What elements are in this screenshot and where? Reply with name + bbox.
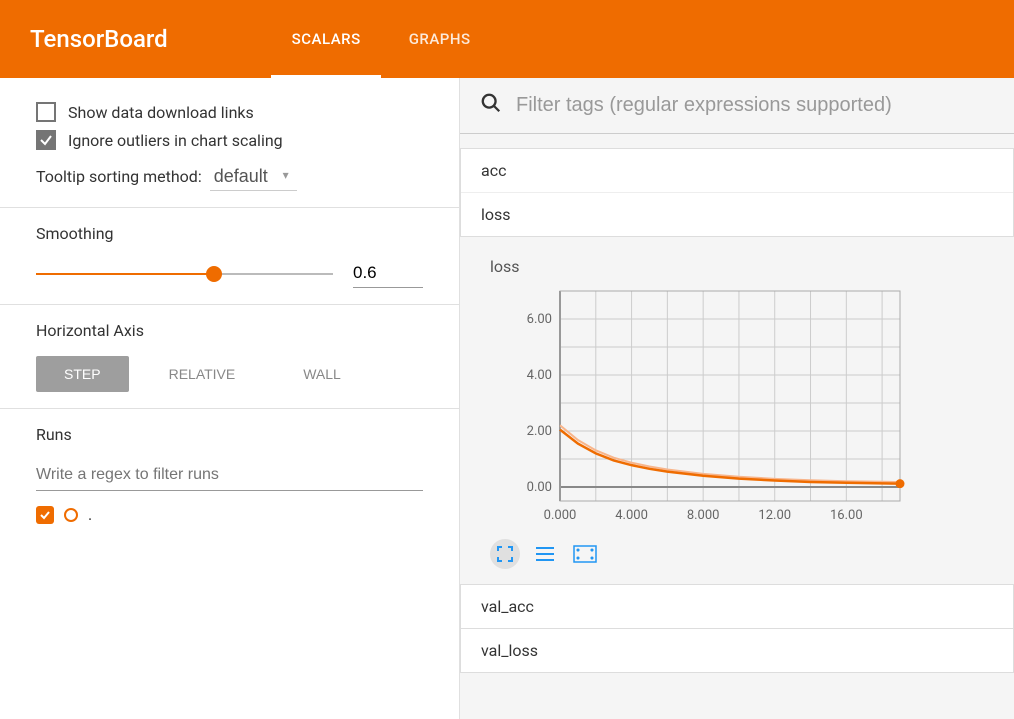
run-color-swatch[interactable] bbox=[64, 508, 78, 522]
show-download-checkbox[interactable] bbox=[36, 102, 56, 122]
runs-filter-input[interactable] bbox=[36, 460, 423, 491]
loss-chart[interactable]: 0.00 2.00 4.00 6.00 0.000 4.000 8.000 12.00 16.0… bbox=[490, 286, 910, 531]
haxis-step[interactable]: STEP bbox=[36, 356, 129, 392]
tag-filter-input[interactable] bbox=[508, 88, 994, 123]
smoothing-slider[interactable] bbox=[36, 264, 333, 284]
svg-text:0.000: 0.000 bbox=[544, 508, 577, 523]
haxis-relative[interactable]: RELATIVE bbox=[141, 356, 264, 392]
tab-scalars[interactable]: SCALARS bbox=[268, 0, 385, 78]
tag-val-acc[interactable]: val_acc bbox=[461, 585, 1013, 628]
tooltip-sort-label: Tooltip sorting method: bbox=[36, 167, 202, 186]
haxis-title: Horizontal Axis bbox=[36, 321, 423, 340]
run-name: . bbox=[88, 505, 92, 524]
runs-title: Runs bbox=[36, 425, 423, 444]
tab-graphs[interactable]: GRAPHS bbox=[385, 0, 495, 78]
svg-text:0.00: 0.00 bbox=[527, 480, 552, 495]
svg-text:12.00: 12.00 bbox=[758, 508, 791, 523]
tooltip-sort-select[interactable]: default bbox=[210, 162, 297, 191]
ignore-outliers-checkbox[interactable] bbox=[36, 130, 56, 150]
svg-text:16.00: 16.00 bbox=[830, 508, 863, 523]
search-icon bbox=[480, 92, 502, 119]
smoothing-title: Smoothing bbox=[36, 224, 423, 243]
chart-title: loss bbox=[490, 257, 994, 276]
smoothing-value-input[interactable] bbox=[353, 259, 423, 288]
nav-tabs: SCALARS GRAPHS bbox=[268, 0, 495, 78]
main-panel: acc loss loss 0.00 2.00 4.00 6.00 0.000 4.000… bbox=[460, 78, 1014, 719]
ignore-outliers-label: Ignore outliers in chart scaling bbox=[68, 131, 283, 150]
expand-icon[interactable] bbox=[490, 539, 520, 569]
tag-val-loss[interactable]: val_loss bbox=[461, 629, 1013, 672]
app-logo: TensorBoard bbox=[30, 25, 168, 53]
fit-icon[interactable] bbox=[570, 539, 600, 569]
svg-text:6.00: 6.00 bbox=[527, 312, 552, 327]
list-icon[interactable] bbox=[530, 539, 560, 569]
haxis-wall[interactable]: WALL bbox=[275, 356, 369, 392]
app-header: TensorBoard SCALARS GRAPHS bbox=[0, 0, 1014, 78]
svg-text:4.00: 4.00 bbox=[527, 368, 552, 383]
show-download-label: Show data download links bbox=[68, 103, 254, 122]
tag-acc[interactable]: acc bbox=[461, 149, 1013, 193]
tag-loss[interactable]: loss bbox=[461, 193, 1013, 236]
sidebar: Show data download links Ignore outliers… bbox=[0, 78, 460, 719]
svg-text:8.000: 8.000 bbox=[687, 508, 720, 523]
run-checkbox[interactable] bbox=[36, 506, 54, 524]
svg-text:4.000: 4.000 bbox=[615, 508, 648, 523]
svg-text:2.00: 2.00 bbox=[527, 424, 552, 439]
